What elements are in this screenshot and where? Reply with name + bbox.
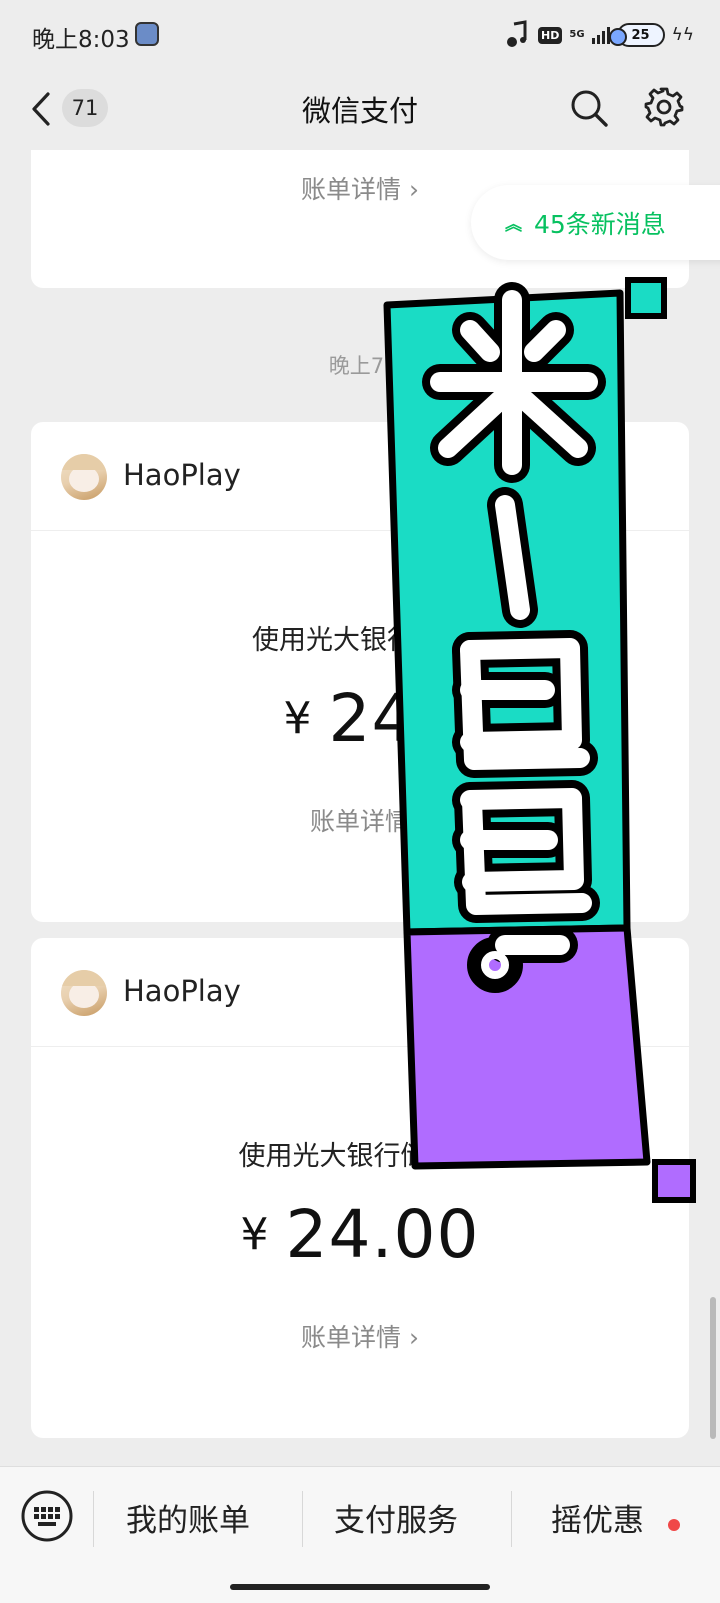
bill-detail-link[interactable]: 账单详情 › <box>31 1318 689 1354</box>
page-title: 微信支付 <box>301 94 418 128</box>
home-indicator[interactable] <box>230 1584 490 1590</box>
app-notification-icon <box>135 22 159 46</box>
avatar[interactable] <box>61 454 107 500</box>
currency-symbol: ¥ <box>240 1209 270 1260</box>
card-header: HaoPlay <box>31 938 689 1047</box>
battery-icon: 25 <box>608 23 665 47</box>
toolbar-divider <box>511 1491 512 1547</box>
toolbar-divider <box>302 1491 303 1547</box>
charging-icon: ϟϟ <box>671 25 694 45</box>
bill-detail-link[interactable]: 账单详情 <box>31 802 689 838</box>
merchant-name: HaoPlay <box>123 458 241 492</box>
my-bill-button[interactable]: 我的账单 <box>126 1495 250 1540</box>
amount-value: 24. <box>328 680 437 757</box>
network-type-label: 5G <box>569 29 585 40</box>
signal-icon <box>591 26 610 44</box>
header: 71 微信支付 <box>0 70 720 150</box>
bottom-toolbar: 我的账单 支付服务 摇优惠 <box>0 1466 720 1603</box>
card-header: HaoPlay <box>31 422 689 531</box>
merchant-name: HaoPlay <box>123 974 241 1008</box>
payment-description: 使用光大银行储蓄卡 <box>238 1141 482 1172</box>
payment-amount: ¥24. <box>31 680 689 757</box>
payment-card[interactable]: HaoPlay 使用光大银行储蓄卡 ¥24.00 账单详情 › <box>31 938 689 1438</box>
payment-amount: ¥24.00 <box>31 1196 689 1273</box>
avatar[interactable] <box>61 970 107 1016</box>
gear-icon[interactable] <box>643 86 685 128</box>
currency-symbol: ¥ <box>283 693 313 744</box>
scrollbar[interactable] <box>710 1297 716 1439</box>
hd-icon: HD <box>538 26 563 44</box>
amount-value: 24.00 <box>285 1196 480 1273</box>
status-icons: HD 5G 25 ϟϟ <box>505 18 694 52</box>
message-timestamp: 晚上7: <box>328 354 392 378</box>
music-note-icon <box>507 20 527 47</box>
payment-service-button[interactable]: 支付服务 <box>334 1495 458 1540</box>
toolbar-divider <box>93 1491 94 1547</box>
status-time: 晚上8:03 <box>32 27 130 53</box>
keyboard-icon[interactable] <box>20 1489 74 1543</box>
payment-card[interactable]: HaoPlay 使用光大银行储蓄 ¥24. 账单详情 <box>31 422 689 922</box>
payment-description: 使用光大银行储蓄 <box>252 625 468 656</box>
shake-offers-button[interactable]: 摇优惠 <box>551 1495 644 1540</box>
notification-dot <box>668 1519 680 1531</box>
new-messages-label: 45条新消息 <box>534 209 666 239</box>
search-icon[interactable] <box>568 87 610 129</box>
new-messages-button[interactable]: ︽ 45条新消息 <box>471 185 720 260</box>
status-bar: 晚上8:03 HD 5G 25 ϟϟ <box>0 0 720 70</box>
double-chevron-up-icon: ︽ <box>505 215 522 235</box>
